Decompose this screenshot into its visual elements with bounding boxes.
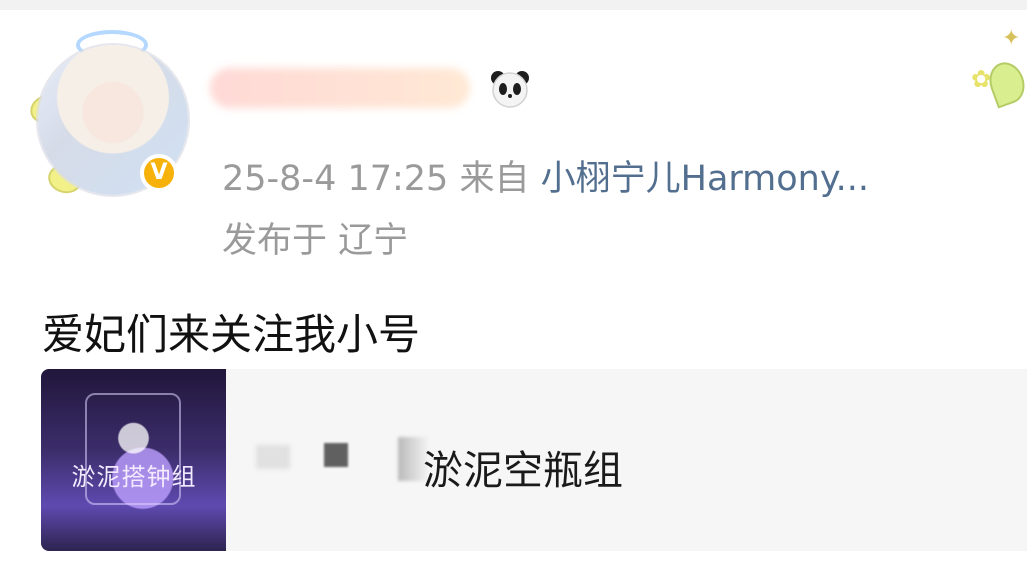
redaction-blur	[256, 445, 290, 469]
post-content: 爱妃们来关注我小号	[42, 310, 421, 359]
top-divider	[0, 0, 1027, 10]
redaction-blur	[324, 443, 348, 467]
author-avatar[interactable]: V	[26, 30, 198, 200]
post-location: 发布于 辽宁	[222, 221, 409, 261]
verified-badge-icon: V	[140, 154, 178, 192]
card-title: 淤泥空瓶组	[423, 448, 623, 494]
flower-icon: ✿	[971, 65, 992, 93]
source-link[interactable]: 小栩宁儿Harmony...	[541, 159, 869, 199]
post-meta: 25-8-4 17:25 来自 小栩宁儿Harmony...	[222, 150, 869, 201]
thumbnail-caption: 淤泥搭钟组	[71, 463, 197, 491]
post-time: 25-8-4 17:25	[222, 159, 449, 199]
star-icon: ✦	[1002, 26, 1021, 51]
card-title-redaction	[256, 435, 434, 481]
card-thumbnail: 淤泥搭钟组	[41, 369, 226, 551]
author-name-redacted[interactable]	[210, 68, 470, 108]
sticker-decoration-icon: ✦ ✿	[965, 20, 1027, 110]
source-prefix: 来自	[459, 159, 530, 199]
panda-icon	[488, 68, 532, 108]
